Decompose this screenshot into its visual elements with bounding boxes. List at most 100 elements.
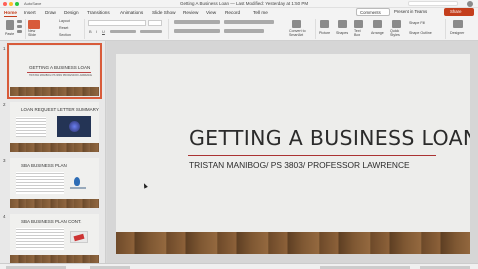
tab-slide-show[interactable]: Slide Show — [152, 10, 175, 15]
share-button[interactable]: Share — [444, 8, 474, 16]
separator — [445, 19, 446, 39]
font-family-dropdown[interactable] — [88, 20, 146, 26]
bullet-lines — [16, 117, 46, 137]
bullet-lines — [16, 172, 64, 194]
smartart-icon[interactable] — [292, 20, 301, 28]
wood-floor — [10, 143, 99, 152]
wood-floor — [10, 87, 99, 96]
designer-label[interactable]: Designer — [450, 31, 464, 35]
status-bar — [0, 263, 478, 269]
bold-button[interactable]: B — [89, 29, 92, 34]
minimize-window-button[interactable] — [9, 2, 13, 6]
section-button[interactable]: Section — [59, 33, 71, 37]
flag-graphic — [73, 233, 85, 242]
shape-fill-button[interactable]: Shape Fill — [409, 21, 425, 25]
shape-outline-button[interactable]: Shape Outline — [409, 31, 432, 35]
quick-styles-label[interactable]: Quick Styles — [390, 29, 404, 38]
thumb-title: GETTING A BUSINESS LOAN — [29, 65, 91, 70]
italic-button[interactable]: I — [96, 29, 97, 34]
wood-floor — [10, 255, 99, 263]
slide-subtitle[interactable]: TRISTAN MANIBOG/ PS 3803/ PROFESSOR LAWR… — [189, 160, 410, 170]
picture-label[interactable]: Picture — [319, 31, 330, 35]
convert-smartart-label[interactable]: Convert to SmartArt — [289, 29, 315, 38]
font-color-icons[interactable] — [140, 30, 162, 33]
thumb-title: LOAN REQUEST LETTER SUMMARY — [21, 107, 99, 112]
slide-thumbnail-2[interactable]: LOAN REQUEST LETTER SUMMARY — [10, 102, 99, 152]
bullet-lines — [16, 228, 64, 250]
picture-icon[interactable] — [320, 20, 329, 28]
logo-text — [70, 187, 86, 189]
title-bar: AutoSave Getting A Business Loan — Last … — [0, 0, 478, 8]
separator — [84, 19, 85, 39]
arrange-icon[interactable] — [373, 20, 382, 28]
shapes-label[interactable]: Shapes — [336, 31, 348, 35]
quick-styles-icon[interactable] — [392, 20, 401, 28]
slide-thumbnail-pane[interactable]: 1 GETTING A BUSINESS LOAN TRISTAN MANIBO… — [0, 41, 106, 263]
underline-button[interactable]: U — [102, 29, 105, 34]
tab-transitions[interactable]: Transitions — [87, 10, 110, 15]
reset-button[interactable]: Reset — [59, 26, 68, 30]
present-in-teams-button[interactable]: Present in Teams — [394, 8, 440, 16]
designer-icon[interactable] — [453, 20, 463, 28]
arrange-label[interactable]: Arrange — [371, 31, 384, 35]
slide-number: 2 — [3, 102, 6, 107]
new-slide-icon[interactable] — [28, 20, 40, 29]
shapes-icon[interactable] — [338, 20, 347, 28]
search-box[interactable] — [408, 1, 458, 6]
tab-record[interactable]: Record — [225, 10, 240, 15]
slide-title[interactable]: GETTING A BUSINESS LOAN — [189, 126, 470, 150]
globe-icon — [69, 121, 80, 132]
wood-floor — [116, 232, 470, 254]
text-box-icon[interactable] — [354, 20, 363, 28]
paragraph-list-icons[interactable] — [174, 20, 220, 24]
text-direction-icons[interactable] — [224, 20, 274, 24]
font-format-icons[interactable] — [110, 30, 136, 33]
paragraph-align-icons[interactable] — [174, 29, 220, 33]
tab-view[interactable]: View — [206, 10, 216, 15]
clipboard-icon[interactable] — [6, 20, 14, 30]
wood-floor — [10, 199, 99, 208]
cut-icon[interactable] — [17, 20, 22, 23]
tab-animations[interactable]: Animations — [120, 10, 143, 15]
current-slide[interactable]: GETTING A BUSINESS LOAN TRISTAN MANIBOG/… — [116, 54, 470, 254]
close-window-button[interactable] — [3, 2, 7, 6]
slide-thumbnail-3[interactable]: SBA BUSINESS PLAN — [10, 158, 99, 208]
autosave-label[interactable]: AutoSave — [24, 1, 41, 6]
paste-label[interactable]: Paste — [5, 32, 14, 36]
tab-review[interactable]: Review — [183, 10, 198, 15]
slide-number: 4 — [3, 214, 6, 219]
copy-icon[interactable] — [17, 25, 22, 28]
columns-icons[interactable] — [224, 29, 264, 33]
text-box-label[interactable]: Text Box — [354, 29, 364, 38]
tab-design[interactable]: Design — [64, 10, 79, 15]
slide-image — [70, 231, 88, 243]
powerpoint-window: AutoSave Getting A Business Loan — Last … — [0, 0, 478, 269]
new-slide-label[interactable]: New Slide — [28, 29, 42, 38]
comments-button[interactable]: Comments — [356, 8, 390, 16]
layout-button[interactable]: Layout — [59, 19, 70, 23]
account-avatar[interactable] — [467, 1, 473, 7]
separator — [168, 19, 169, 39]
format-painter-icon[interactable] — [17, 30, 22, 33]
tab-insert[interactable]: Insert — [24, 10, 36, 15]
tab-draw[interactable]: Draw — [45, 10, 56, 15]
water-drop-icon — [74, 177, 80, 186]
title-rule — [188, 155, 436, 156]
font-size-dropdown[interactable] — [148, 20, 162, 26]
separator — [25, 19, 26, 39]
tell-me-search[interactable]: Tell me — [253, 10, 268, 15]
thumb-subtitle: TRISTAN MANIBOG/ PS 3803/ PROFESSOR LAWR… — [29, 74, 92, 77]
title-rule — [27, 72, 91, 73]
slide-image — [57, 116, 91, 137]
slide-number: 1 — [3, 46, 6, 51]
zoom-window-button[interactable] — [15, 2, 19, 6]
document-title: Getting A Business Loan — Last Modified:… — [180, 1, 309, 6]
slide-thumbnail-1[interactable]: GETTING A BUSINESS LOAN TRISTAN MANIBOG/… — [7, 43, 102, 99]
separator — [315, 19, 316, 39]
tab-home[interactable]: Home — [4, 10, 18, 17]
ribbon-toolbar: Paste New Slide Layout Reset Section B I… — [0, 17, 478, 41]
thumb-title: SBA BUSINESS PLAN — [21, 163, 67, 168]
slide-thumbnail-4[interactable]: SBA BUSINESS PLAN CONT. — [10, 214, 99, 263]
thumb-title: SBA BUSINESS PLAN CONT. — [21, 219, 82, 224]
slide-number: 3 — [3, 158, 6, 163]
